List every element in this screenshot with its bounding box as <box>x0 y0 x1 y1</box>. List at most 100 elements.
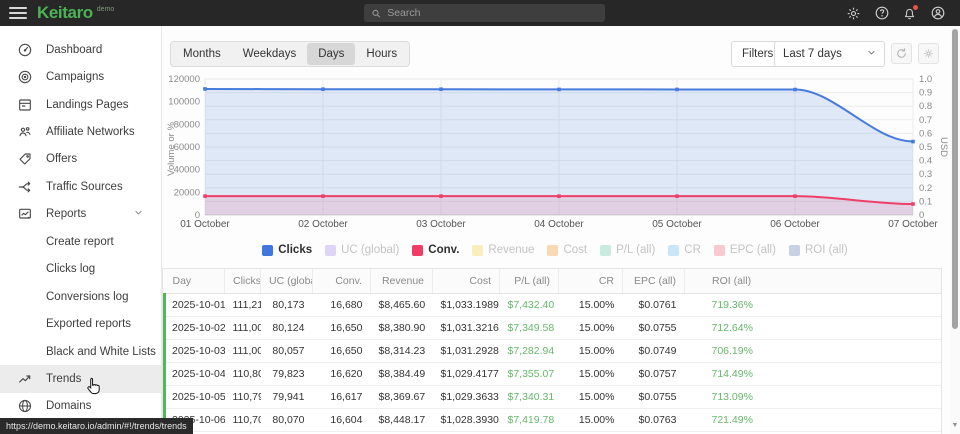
global-search[interactable] <box>364 4 605 22</box>
sidebar-label: Landings Pages <box>46 99 128 111</box>
svg-text:80000: 80000 <box>174 119 200 130</box>
sidebar-item-traffic-sources[interactable]: Traffic Sources <box>0 173 161 200</box>
sidebar-item-affiliate-networks[interactable]: Affiliate Networks <box>0 118 161 145</box>
top-bar: Keitaro demo <box>0 0 960 26</box>
legend-label: Clicks <box>278 244 312 256</box>
trends-chart-svg: 02000040000600008000010000012000000.10.2… <box>165 74 953 234</box>
legend-item-roi-all[interactable]: ROI (all) <box>789 244 848 256</box>
scrollbar-thumb[interactable] <box>952 29 958 329</box>
cell: 2025-10-02 <box>165 316 225 339</box>
cell: 2025-10-03 <box>165 339 225 362</box>
sidebar-label: Dashboard <box>46 44 102 56</box>
legend-item-revenue[interactable]: Revenue <box>472 244 534 256</box>
sidebar-label: Traffic Sources <box>46 181 123 193</box>
cell: 110,79 <box>225 385 261 408</box>
sidebar-item-trends[interactable]: Trends <box>0 365 161 392</box>
chevron-down-icon <box>867 48 876 60</box>
notifications-bell-icon[interactable] <box>901 5 918 22</box>
sidebar-item-exported-reports[interactable]: Exported reports <box>0 310 161 337</box>
scrollbar-down-arrow[interactable]: ▼ <box>951 422 959 430</box>
tab-hours[interactable]: Hours <box>355 43 408 65</box>
sidebar-item-black-white-lists[interactable]: Black and White Lists <box>0 338 161 365</box>
cell: 15.00% <box>559 385 623 408</box>
hamburger-menu-icon[interactable] <box>9 7 27 19</box>
legend-item-epc-all[interactable]: EPC (all) <box>714 244 776 256</box>
search-input[interactable] <box>387 7 598 19</box>
column-header-conv[interactable]: Conv. <box>313 269 371 293</box>
cell: $8,380.90 <box>371 316 433 339</box>
legend-label: CR <box>684 244 701 256</box>
column-header-cr[interactable]: CR <box>559 269 623 293</box>
cell: $1,029.3633 <box>433 385 500 408</box>
tab-days[interactable]: Days <box>307 43 355 65</box>
cell: 15.00% <box>559 408 623 431</box>
tab-months[interactable]: Months <box>172 43 232 65</box>
cell: $8,314.23 <box>371 339 433 362</box>
column-header-day[interactable]: Day <box>165 269 225 293</box>
svg-text:Volume or %: Volume or % <box>166 122 177 176</box>
legend-swatch <box>547 245 558 256</box>
legend-item-cr[interactable]: CR <box>668 244 701 256</box>
sidebar-item-clicks-log[interactable]: Clicks log <box>0 256 161 283</box>
svg-text:0.5: 0.5 <box>919 142 932 153</box>
legend-swatch <box>412 245 423 256</box>
column-header-uc-global[interactable]: UC (global) <box>261 269 313 293</box>
settings-gear-icon[interactable] <box>845 5 862 22</box>
sidebar-label: Affiliate Networks <box>46 126 135 138</box>
cell: $7,282.94 <box>500 339 559 362</box>
table-row: 2025-10-01111,2180,17316,680$8,465.60$1,… <box>165 293 943 316</box>
sidebar-label: Offers <box>46 153 77 165</box>
sidebar-item-landings-pages[interactable]: Landings Pages <box>0 91 161 118</box>
refresh-button[interactable] <box>891 43 912 64</box>
legend-swatch <box>472 245 483 256</box>
column-header-roi-all[interactable]: ROI (all) <box>685 269 943 293</box>
tab-weekdays[interactable]: Weekdays <box>232 43 307 65</box>
offers-tag-icon <box>16 151 33 168</box>
legend-swatch <box>714 245 725 256</box>
date-range-select[interactable]: Last 7 days <box>774 41 885 67</box>
page-scrollbar[interactable]: ▼ <box>950 26 960 434</box>
sidebar-item-dashboard[interactable]: Dashboard <box>0 36 161 63</box>
chart-settings-button[interactable] <box>918 43 939 64</box>
column-header-clicks[interactable]: Clicks <box>225 269 261 293</box>
column-header-revenue[interactable]: Revenue <box>371 269 433 293</box>
sidebar-item-campaigns[interactable]: Campaigns <box>0 63 161 90</box>
sidebar-label: Exported reports <box>46 318 131 330</box>
sidebar-item-domains[interactable]: Domains <box>0 393 161 420</box>
table-row: 2025-10-06110,7080,07016,604$8,448.17$1,… <box>165 408 943 431</box>
column-header-epc-all[interactable]: EPC (all) <box>623 269 685 293</box>
date-range-value: Last 7 days <box>783 48 842 60</box>
sidebar-label: Black and White Lists <box>46 346 156 358</box>
period-tabs: Months Weekdays Days Hours <box>170 41 410 67</box>
cell: $8,384.49 <box>371 362 433 385</box>
cell: 16,620 <box>313 362 371 385</box>
sidebar-item-offers[interactable]: Offers <box>0 146 161 173</box>
column-header-cost[interactable]: Cost <box>433 269 500 293</box>
legend-item-p-l-all[interactable]: P/L (all) <box>600 244 655 256</box>
svg-text:06 October: 06 October <box>770 219 820 230</box>
cell: $7,432.40 <box>500 293 559 316</box>
svg-text:USD: USD <box>938 137 949 157</box>
svg-text:120000: 120000 <box>168 74 200 85</box>
legend-item-cost[interactable]: Cost <box>547 244 587 256</box>
cell: $8,369.67 <box>371 385 433 408</box>
legend-label: ROI (all) <box>805 244 848 256</box>
legend-item-clicks[interactable]: Clicks <box>262 244 312 256</box>
sidebar-item-conversions-log[interactable]: Conversions log <box>0 283 161 310</box>
sidebar-item-create-report[interactable]: Create report <box>0 228 161 255</box>
legend-item-uc-global[interactable]: UC (global) <box>325 244 399 256</box>
keitaro-logo[interactable]: Keitaro <box>37 0 93 26</box>
cell: 719.36% <box>685 293 943 316</box>
affiliate-networks-people-icon <box>16 124 33 141</box>
user-avatar-icon[interactable] <box>929 5 946 22</box>
sidebar-item-reports[interactable]: Reports <box>0 201 161 228</box>
column-header-p-l-all[interactable]: P/L (all) <box>500 269 559 293</box>
legend-label: UC (global) <box>341 244 399 256</box>
reports-chart-icon <box>16 206 33 223</box>
legend-item-conv[interactable]: Conv. <box>412 244 459 256</box>
chevron-down-icon <box>134 208 143 220</box>
svg-text:100000: 100000 <box>168 97 200 108</box>
cell: 111,21 <box>225 293 261 316</box>
legend-swatch <box>600 245 611 256</box>
help-icon[interactable] <box>873 5 890 22</box>
